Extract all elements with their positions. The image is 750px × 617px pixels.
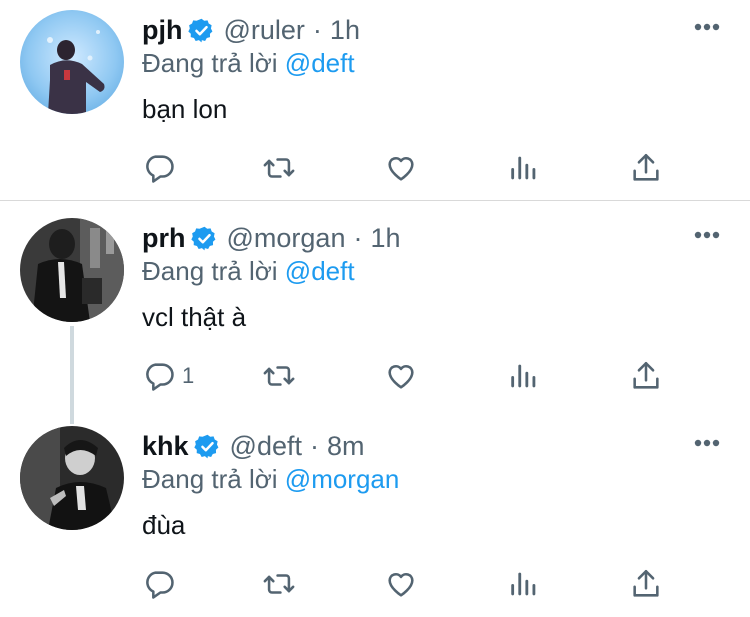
- views-icon: [511, 572, 536, 596]
- replying-to-label: Đang trả lời: [142, 464, 278, 494]
- share-icon: [633, 361, 659, 389]
- tweet-divider: [0, 200, 750, 201]
- share-button[interactable]: [629, 356, 663, 396]
- timestamp[interactable]: 1h: [370, 223, 400, 254]
- verified-badge-icon: [190, 226, 215, 250]
- tweet-actions: [142, 564, 672, 604]
- share-icon: [633, 153, 659, 181]
- retweet-button[interactable]: [262, 564, 296, 604]
- avatar-photo: [20, 218, 124, 322]
- retweet-icon: [263, 366, 295, 386]
- avatar[interactable]: [20, 10, 124, 114]
- avatar-photo: [20, 426, 124, 530]
- tweet[interactable]: khk @deft · 8m Đang trả lời @morgan đùa: [0, 426, 750, 617]
- tweet-actions: 1: [142, 356, 672, 396]
- timestamp[interactable]: 8m: [327, 431, 365, 462]
- reply-mention-link[interactable]: @morgan: [285, 464, 400, 494]
- separator-dot: ·: [353, 222, 363, 253]
- share-button[interactable]: [629, 564, 663, 604]
- retweet-button[interactable]: [262, 148, 296, 188]
- tweet-text: bạn lon: [142, 94, 228, 124]
- views-button[interactable]: [507, 356, 541, 396]
- tweet[interactable]: pjh @ruler · 1h Đang trả lời @deft bạn l…: [0, 10, 750, 200]
- views-button[interactable]: [507, 148, 541, 188]
- share-button[interactable]: [629, 148, 663, 188]
- replying-to: Đang trả lời @morgan: [142, 464, 399, 495]
- tweet-header: pjh @ruler · 1h: [142, 10, 360, 50]
- reply-mention-link[interactable]: @deft: [285, 256, 355, 286]
- like-icon: [388, 573, 414, 597]
- more-options-icon[interactable]: [694, 23, 720, 31]
- thread-connector-line: [70, 326, 74, 424]
- tweet-feed: pjh @ruler · 1h Đang trả lời @deft bạn l…: [0, 0, 750, 617]
- like-button[interactable]: [384, 148, 418, 188]
- replying-to-label: Đang trả lời: [142, 256, 278, 286]
- reply-count: 1: [182, 363, 195, 388]
- tweet-text: đùa: [142, 510, 186, 540]
- share-icon: [633, 569, 659, 597]
- like-icon: [388, 365, 414, 389]
- user-handle[interactable]: @morgan: [227, 223, 346, 254]
- tweet-header: prh @morgan · 1h: [142, 218, 401, 258]
- user-handle[interactable]: @ruler: [224, 15, 305, 46]
- replying-to: Đang trả lời @deft: [142, 256, 355, 287]
- reply-mention-link[interactable]: @deft: [285, 48, 355, 78]
- avatar[interactable]: [20, 218, 124, 322]
- reply-icon: [146, 363, 174, 391]
- separator-dot: ·: [312, 14, 322, 45]
- tweet-header: khk @deft · 8m: [142, 426, 365, 466]
- display-name[interactable]: pjh: [142, 15, 183, 46]
- avatar-photo: [20, 10, 124, 114]
- display-name[interactable]: khk: [142, 431, 189, 462]
- timestamp[interactable]: 1h: [330, 15, 360, 46]
- user-handle[interactable]: @deft: [230, 431, 302, 462]
- tweet-text: vcl thật à: [142, 302, 247, 332]
- display-name[interactable]: prh: [142, 223, 186, 254]
- reply-button[interactable]: [142, 148, 182, 188]
- more-options-icon[interactable]: [694, 231, 720, 239]
- verified-badge-icon: [187, 18, 212, 42]
- replying-to: Đang trả lời @deft: [142, 48, 355, 79]
- like-icon: [388, 157, 414, 181]
- like-button[interactable]: [384, 564, 418, 604]
- reply-icon: [146, 571, 174, 599]
- views-icon: [511, 156, 536, 180]
- views-icon: [511, 364, 536, 388]
- views-button[interactable]: [507, 564, 541, 604]
- verified-badge-icon: [193, 434, 218, 458]
- replying-to-label: Đang trả lời: [142, 48, 278, 78]
- separator-dot: ·: [309, 430, 319, 461]
- reply-button[interactable]: 1: [142, 356, 194, 396]
- like-button[interactable]: [384, 356, 418, 396]
- retweet-icon: [263, 574, 295, 594]
- more-options-icon[interactable]: [694, 439, 720, 447]
- retweet-button[interactable]: [262, 356, 296, 396]
- avatar[interactable]: [20, 426, 124, 530]
- retweet-icon: [263, 158, 295, 178]
- tweet[interactable]: prh @morgan · 1h Đang trả lời @deft vcl …: [0, 218, 750, 408]
- reply-icon: [146, 155, 174, 183]
- tweet-actions: [142, 148, 672, 188]
- reply-button[interactable]: [142, 564, 182, 604]
